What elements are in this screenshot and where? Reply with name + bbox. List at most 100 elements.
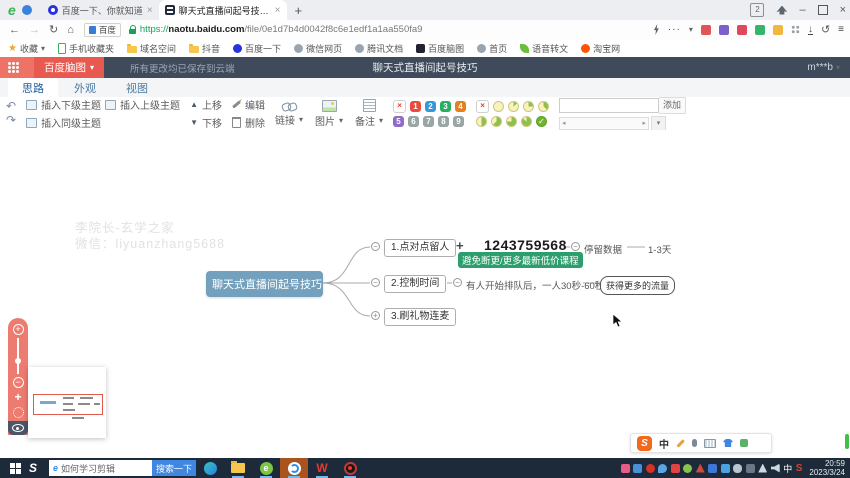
taskbar-app-explorer[interactable]	[224, 458, 252, 478]
more-actions-icon[interactable]: ···	[668, 24, 681, 35]
screenshot-icon[interactable]	[621, 464, 630, 473]
taskbar-app-wps[interactable]: W	[308, 458, 336, 478]
pan-tool-button[interactable]: +	[14, 392, 21, 403]
collapse-icon[interactable]: −	[371, 278, 380, 287]
browser-tab-naotu[interactable]: 聊天式直播间起号技巧 - 百... ×	[159, 0, 287, 20]
bluetooth-icon[interactable]	[708, 464, 717, 473]
priority-5-button[interactable]: 5	[393, 116, 404, 127]
node-branch2[interactable]: 2.控制时间	[384, 275, 446, 293]
insert-child-button[interactable]: 插入下级主题	[26, 97, 101, 112]
weiyun-icon[interactable]	[633, 464, 642, 473]
node-more-traffic[interactable]: 获得更多的流量	[600, 276, 675, 295]
zoom-slider[interactable]	[17, 338, 19, 374]
taskbar-clock[interactable]: 20:59 2023/3/24	[809, 459, 845, 477]
node-queue-text[interactable]: 有人开始排队后，一人30秒-60秒	[466, 278, 604, 292]
taskbar-app-edge[interactable]	[196, 458, 224, 478]
tag-input[interactable]	[559, 98, 659, 113]
close-tab-icon[interactable]: ×	[147, 5, 153, 16]
progress-5-button[interactable]	[491, 116, 502, 127]
collapse-icon[interactable]: −	[571, 242, 580, 251]
progress-1-button[interactable]	[508, 101, 519, 112]
taskbar-app-recorder[interactable]	[336, 458, 364, 478]
search-text[interactable]: 如何学习剪辑	[61, 462, 115, 475]
collapse-icon[interactable]: −	[453, 278, 462, 287]
progress-6-button[interactable]	[506, 116, 517, 127]
progress-done-button[interactable]: ✓	[536, 116, 547, 127]
close-window-button[interactable]: ×	[840, 4, 846, 16]
scroll-left-icon[interactable]: ◂	[562, 119, 566, 127]
note-button[interactable]: 备注▾	[355, 99, 383, 128]
zoom-in-button[interactable]: +	[13, 324, 24, 335]
progress-0-button[interactable]	[493, 101, 504, 112]
green-widget[interactable]	[845, 434, 849, 449]
wifi-icon[interactable]	[758, 464, 767, 473]
zoom-slider-knob[interactable]	[15, 358, 21, 364]
bookmark-tencent-docs[interactable]: 腾讯文档	[355, 42, 403, 55]
menu-icon[interactable]: ≡	[838, 24, 844, 35]
microphone-icon[interactable]	[733, 464, 742, 473]
progress-3-button[interactable]	[538, 101, 549, 112]
priority-8-button[interactable]: 8	[438, 116, 449, 127]
user-menu[interactable]: m***b▾	[807, 57, 840, 78]
tab-view[interactable]: 视图	[112, 78, 162, 97]
undo-button[interactable]: ↶	[6, 101, 16, 112]
refresh-button[interactable]: ↻	[49, 23, 58, 36]
red-extension-icon[interactable]	[737, 25, 747, 35]
move-down-button[interactable]: ▼下移	[190, 115, 222, 130]
bookmark-voice[interactable]: 语音转文	[520, 42, 568, 55]
navigator-minimap[interactable]	[28, 367, 106, 438]
minimize-button[interactable]: –	[799, 4, 805, 16]
ime-mode-indicator[interactable]: 中	[659, 436, 669, 451]
navigator-toggle-button[interactable]	[8, 421, 28, 435]
bookmark-wechat-web[interactable]: 微信网页	[294, 42, 342, 55]
tag-scrollbar[interactable]: ◂ ▸	[559, 117, 649, 130]
sogou-logo-icon[interactable]: S	[637, 436, 652, 451]
history-icon[interactable]: ↺	[821, 23, 830, 36]
zoom-out-button[interactable]: −	[13, 377, 24, 388]
back-button[interactable]: ←	[9, 24, 20, 36]
handwriting-icon[interactable]	[676, 439, 684, 447]
ssl-lock-icon[interactable]	[129, 29, 136, 34]
bookmark-mobile[interactable]: 手机收藏夹	[58, 42, 114, 55]
bookmark-douyin[interactable]: 抖音	[189, 42, 220, 55]
maximize-button[interactable]	[818, 5, 828, 15]
qq-icon[interactable]	[671, 464, 680, 473]
site-badge[interactable]: 百度	[84, 23, 121, 37]
tag-add-button[interactable]: 添加	[659, 97, 686, 114]
priority-remove-button[interactable]: ×	[393, 100, 406, 113]
close-tab-icon[interactable]: ×	[275, 5, 281, 16]
tab-count-badge[interactable]: 2	[750, 3, 764, 17]
link-button[interactable]: 链接▾	[275, 101, 303, 127]
progress-2-button[interactable]	[523, 101, 534, 112]
tab-idea[interactable]: 思路	[8, 78, 58, 97]
priority-7-button[interactable]: 7	[423, 116, 434, 127]
bookmark-naotu[interactable]: 百度脑图	[416, 42, 464, 55]
ime-indicator[interactable]: 中	[783, 462, 792, 475]
insert-parent-button[interactable]: 插入上级主题	[105, 97, 180, 112]
wechat-icon[interactable]	[683, 464, 692, 473]
redo-button[interactable]: ↷	[6, 115, 16, 126]
incognito-cape-icon[interactable]	[776, 6, 787, 15]
toolbox-icon[interactable]	[740, 439, 748, 447]
flash-icon[interactable]	[653, 24, 660, 35]
chevron-down-icon[interactable]: ▾	[689, 25, 693, 34]
profile-avatar[interactable]	[22, 5, 32, 15]
scroll-right-icon[interactable]: ▸	[643, 119, 647, 127]
skin-icon[interactable]	[723, 439, 733, 447]
bookmark-baidu[interactable]: 百度一下	[233, 42, 281, 55]
apps-menu-button[interactable]	[0, 57, 34, 78]
device-icon[interactable]	[746, 464, 755, 473]
forward-button[interactable]: →	[29, 24, 40, 36]
move-up-button[interactable]: ▲上移	[190, 97, 222, 112]
bookmark-domain[interactable]: 域名空间	[127, 42, 176, 55]
volume-icon[interactable]	[771, 464, 780, 473]
progress-remove-button[interactable]: ×	[476, 100, 489, 113]
node-days[interactable]: 1-3天	[648, 242, 671, 256]
quick-add-icon[interactable]: +	[456, 238, 464, 253]
sogou-tray-icon[interactable]: S	[796, 463, 803, 474]
scissors-extension-icon[interactable]	[701, 25, 711, 35]
node-stay-data[interactable]: 停留数据	[584, 242, 622, 256]
priority-3-button[interactable]: 3	[440, 101, 451, 112]
brand-menu-button[interactable]: 百度脑图▾	[34, 57, 104, 78]
recorder-icon[interactable]	[646, 464, 655, 473]
